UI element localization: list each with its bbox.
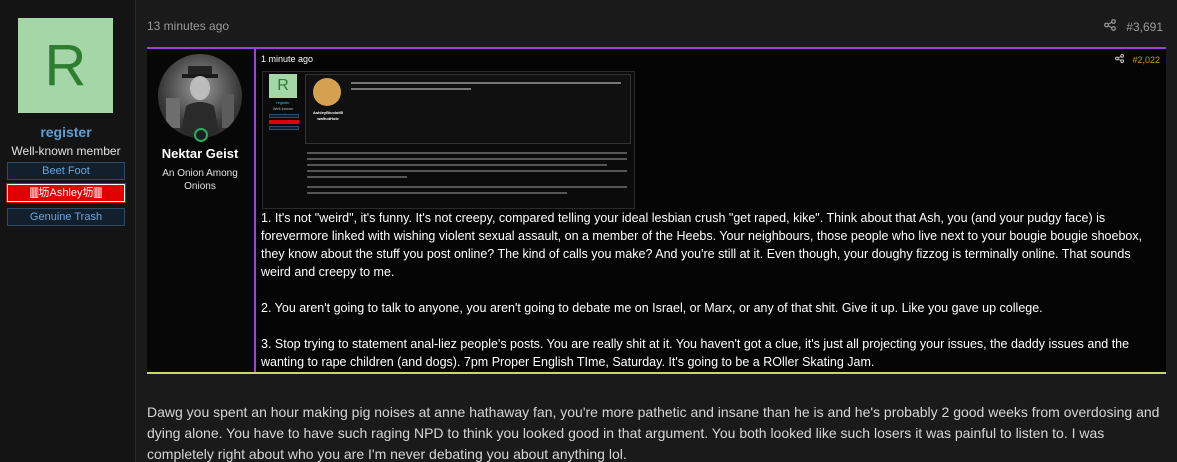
quoted-user-avatar[interactable] bbox=[158, 54, 242, 138]
screenshot-banner-3 bbox=[269, 126, 299, 130]
quoted-post-embed: Nektar Geist An Onion Among Onions 1 min… bbox=[147, 47, 1166, 374]
share-icon[interactable] bbox=[1115, 54, 1125, 65]
user-banner-genuine-trash: Genuine Trash bbox=[7, 208, 125, 226]
message-user-sidebar: R register Well-known member Beet Foot 🀫… bbox=[0, 0, 136, 462]
quoted-paragraph-1: 1. It's not "weird", it's funny. It's no… bbox=[261, 211, 1143, 279]
screenshot-quoted-avatar bbox=[313, 78, 341, 106]
screenshot-text-line bbox=[307, 164, 607, 166]
quoted-post-body: 1 minute ago #2,022 R register Well-know… bbox=[254, 49, 1166, 372]
quoted-post-text: 1. It's not "weird", it's funny. It's no… bbox=[261, 209, 1158, 371]
screenshot-text-line bbox=[307, 176, 407, 178]
screenshot-text-line bbox=[307, 170, 627, 172]
screenshot-avatar: R bbox=[269, 74, 297, 98]
screenshot-text-line bbox=[307, 192, 567, 194]
embedded-screenshot-image: R register Well-known member AshleyBicol… bbox=[262, 71, 635, 209]
screenshot-banner-1 bbox=[269, 114, 299, 118]
quoted-post-number[interactable]: #2,022 bbox=[1132, 55, 1160, 65]
screenshot-banner-2 bbox=[269, 120, 299, 124]
quoted-user-title: An Onion Among Onions bbox=[162, 168, 238, 192]
quoted-paragraph-2: 2. You aren't going to talk to anyone, y… bbox=[261, 301, 1043, 315]
quoted-paragraph-3: 3. Stop trying to statement anal-liez pe… bbox=[261, 337, 1130, 369]
user-avatar[interactable]: R bbox=[18, 18, 113, 113]
quoted-username[interactable]: Nektar Geist bbox=[147, 146, 253, 161]
post-number[interactable]: #3,691 bbox=[1126, 20, 1163, 34]
screenshot-inner-quote bbox=[305, 74, 631, 144]
user-banner-beet-foot: Beet Foot bbox=[7, 162, 125, 180]
quoted-post-timestamp[interactable]: 1 minute ago bbox=[261, 54, 313, 64]
post-actions: #3,691 bbox=[1104, 19, 1163, 34]
post-timestamp[interactable]: 13 minutes ago bbox=[147, 19, 229, 33]
user-banner-ashley: 🀫坜Ashley坜🀫 bbox=[6, 183, 126, 203]
screenshot-text-line bbox=[351, 88, 471, 90]
post-reply-text: Dawg you spent an hour making pig noises… bbox=[147, 404, 1160, 462]
screenshot-text-line bbox=[307, 186, 627, 188]
screenshot-text-line bbox=[307, 152, 627, 154]
online-status-icon bbox=[194, 128, 208, 142]
quoted-post-actions: #2,022 bbox=[1115, 54, 1160, 65]
screenshot-text-line bbox=[351, 82, 621, 84]
user-title: Well-known member bbox=[11, 144, 121, 158]
screenshot-text-line bbox=[307, 158, 627, 160]
quoted-user-panel: Nektar Geist An Onion Among Onions bbox=[147, 49, 253, 372]
username-link[interactable]: register bbox=[0, 124, 132, 140]
share-icon[interactable] bbox=[1104, 19, 1117, 34]
screenshot-quoted-user: AshleyBicolotI5 wafhotHole bbox=[312, 110, 343, 121]
